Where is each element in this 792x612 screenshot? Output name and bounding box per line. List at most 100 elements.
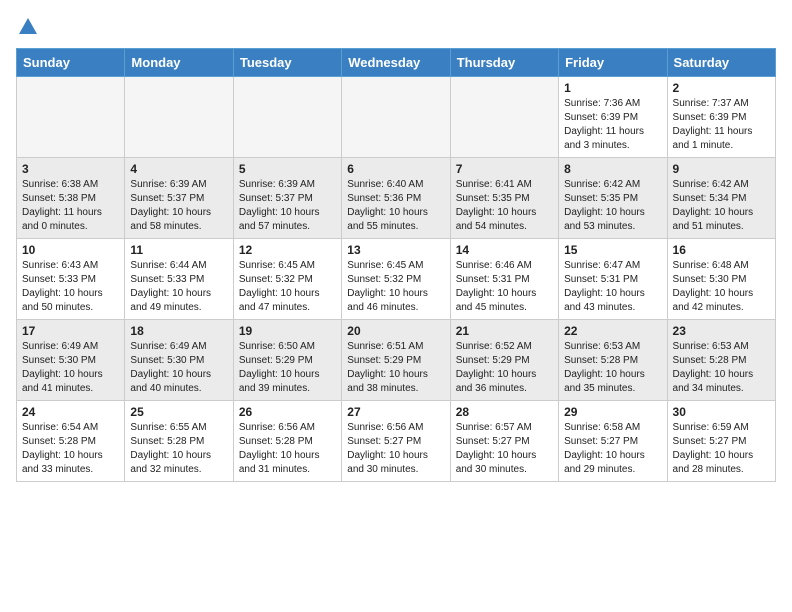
- calendar-week-row: 10Sunrise: 6:43 AMSunset: 5:33 PMDayligh…: [17, 239, 776, 320]
- daylight-text: Daylight: 10 hours: [22, 287, 119, 301]
- table-row: 25 Sunrise: 6:55 AMSunset: 5:28 PMDayligh…: [125, 401, 233, 482]
- day-detail: Sunrise: 6:53 AMSunset: 5:28 PMDaylight:…: [673, 340, 770, 396]
- table-row: 23Sunrise: 6:53 AMSunset: 5:28 PMDayligh…: [667, 320, 775, 401]
- table-row: 26Sunrise: 6:56 AMSunset: 5:28 PMDayligh…: [233, 401, 341, 482]
- sunset-text: Sunset: 5:29 PM: [347, 354, 444, 368]
- sunset-text: Sunset: 5:32 PM: [239, 273, 336, 287]
- table-row: 6Sunrise: 6:40 AMSunset: 5:36 PMDaylight…: [342, 158, 450, 239]
- day-detail: Sunrise: 6:54 AMSunset: 5:28 PMDaylight:…: [22, 421, 119, 477]
- day-number: 13: [347, 243, 444, 257]
- daylight-hours-text: and 58 minutes.: [130, 220, 227, 234]
- sunrise-text: Sunrise: 6:50 AM: [239, 340, 336, 354]
- logo: [16, 16, 40, 38]
- daylight-hours-text: and 51 minutes.: [673, 220, 770, 234]
- day-detail: Sunrise: 6:40 AMSunset: 5:36 PMDaylight:…: [347, 178, 444, 234]
- day-number: 4: [130, 162, 227, 176]
- sunrise-text: Sunrise: 6:47 AM: [564, 259, 661, 273]
- day-number: 3: [22, 162, 119, 176]
- sunset-text: Sunset: 5:37 PM: [130, 192, 227, 206]
- daylight-hours-text: and 0 minutes.: [22, 220, 119, 234]
- daylight-text: Daylight: 10 hours: [239, 206, 336, 220]
- day-detail: Sunrise: 6:55 AMSunset: 5:28 PMDaylight:…: [130, 421, 227, 477]
- sunrise-text: Sunrise: 7:36 AM: [564, 97, 661, 111]
- sunrise-text: Sunrise: 6:51 AM: [347, 340, 444, 354]
- day-number: 25: [130, 405, 227, 419]
- sunset-text: Sunset: 5:30 PM: [22, 354, 119, 368]
- sunrise-text: Sunrise: 6:56 AM: [239, 421, 336, 435]
- day-detail: Sunrise: 6:49 AMSunset: 5:30 PMDaylight:…: [22, 340, 119, 396]
- calendar-week-row: 3Sunrise: 6:38 AMSunset: 5:38 PMDaylight…: [17, 158, 776, 239]
- table-row: 12 Sunrise: 6:45 AMSunset: 5:32 PMDayligh…: [233, 239, 341, 320]
- daylight-text: Daylight: 10 hours: [456, 449, 553, 463]
- sunrise-text: Sunrise: 6:43 AM: [22, 259, 119, 273]
- sunset-text: Sunset: 5:34 PM: [673, 192, 770, 206]
- day-detail: Sunrise: 6:47 AMSunset: 5:31 PMDaylight:…: [564, 259, 661, 315]
- sunrise-text: Sunrise: 6:53 AM: [673, 340, 770, 354]
- sunrise-text: Sunrise: 6:59 AM: [673, 421, 770, 435]
- table-row: 30Sunrise: 6:59 AMSunset: 5:27 PMDayligh…: [667, 401, 775, 482]
- daylight-text: Daylight: 10 hours: [564, 368, 661, 382]
- table-row: [125, 77, 233, 158]
- weekday-wednesday: Wednesday: [342, 49, 450, 77]
- daylight-text: Daylight: 10 hours: [673, 287, 770, 301]
- table-row: 1Sunrise: 7:36 AMSunset: 6:39 PMDaylight…: [559, 77, 667, 158]
- daylight-hours-text: and 1 minute.: [673, 139, 770, 153]
- day-number: 7: [456, 162, 553, 176]
- daylight-text: Daylight: 11 hours: [22, 206, 119, 220]
- sunset-text: Sunset: 5:33 PM: [130, 273, 227, 287]
- daylight-text: Daylight: 10 hours: [456, 206, 553, 220]
- daylight-hours-text: and 32 minutes.: [130, 463, 227, 477]
- day-detail: Sunrise: 6:45 AMSunset: 5:32 PMDaylight:…: [239, 259, 336, 315]
- table-row: 27Sunrise: 6:56 AMSunset: 5:27 PMDayligh…: [342, 401, 450, 482]
- sunrise-text: Sunrise: 6:54 AM: [22, 421, 119, 435]
- sunset-text: Sunset: 5:29 PM: [239, 354, 336, 368]
- day-detail: Sunrise: 6:43 AMSunset: 5:33 PMDaylight:…: [22, 259, 119, 315]
- sunset-text: Sunset: 6:39 PM: [564, 111, 661, 125]
- weekday-thursday: Thursday: [450, 49, 558, 77]
- sunset-text: Sunset: 5:35 PM: [564, 192, 661, 206]
- sunset-text: Sunset: 5:35 PM: [456, 192, 553, 206]
- daylight-text: Daylight: 10 hours: [673, 449, 770, 463]
- sunset-text: Sunset: 5:36 PM: [347, 192, 444, 206]
- sunset-text: Sunset: 5:28 PM: [564, 354, 661, 368]
- day-detail: Sunrise: 6:59 AMSunset: 5:27 PMDaylight:…: [673, 421, 770, 477]
- daylight-hours-text: and 34 minutes.: [673, 382, 770, 396]
- sunset-text: Sunset: 5:31 PM: [564, 273, 661, 287]
- sunrise-text: Sunrise: 6:49 AM: [22, 340, 119, 354]
- day-detail: Sunrise: 6:58 AMSunset: 5:27 PMDaylight:…: [564, 421, 661, 477]
- daylight-hours-text: and 54 minutes.: [456, 220, 553, 234]
- weekday-saturday: Saturday: [667, 49, 775, 77]
- sunrise-text: Sunrise: 6:39 AM: [130, 178, 227, 192]
- day-number: 10: [22, 243, 119, 257]
- calendar-week-row: 1Sunrise: 7:36 AMSunset: 6:39 PMDaylight…: [17, 77, 776, 158]
- table-row: [233, 77, 341, 158]
- daylight-text: Daylight: 10 hours: [347, 449, 444, 463]
- day-number: 29: [564, 405, 661, 419]
- sunset-text: Sunset: 5:37 PM: [239, 192, 336, 206]
- sunrise-text: Sunrise: 6:42 AM: [564, 178, 661, 192]
- day-number: 20: [347, 324, 444, 338]
- day-detail: Sunrise: 6:50 AMSunset: 5:29 PMDaylight:…: [239, 340, 336, 396]
- table-row: 16Sunrise: 6:48 AMSunset: 5:30 PMDayligh…: [667, 239, 775, 320]
- daylight-hours-text: and 33 minutes.: [22, 463, 119, 477]
- sunrise-text: Sunrise: 6:48 AM: [673, 259, 770, 273]
- sunset-text: Sunset: 5:27 PM: [673, 435, 770, 449]
- sunset-text: Sunset: 5:27 PM: [456, 435, 553, 449]
- day-detail: Sunrise: 6:53 AMSunset: 5:28 PMDaylight:…: [564, 340, 661, 396]
- sunrise-text: Sunrise: 6:42 AM: [673, 178, 770, 192]
- day-number: 12: [239, 243, 336, 257]
- sunset-text: Sunset: 5:28 PM: [130, 435, 227, 449]
- daylight-hours-text: and 40 minutes.: [130, 382, 227, 396]
- day-detail: Sunrise: 6:48 AMSunset: 5:30 PMDaylight:…: [673, 259, 770, 315]
- daylight-text: Daylight: 10 hours: [564, 449, 661, 463]
- daylight-hours-text: and 30 minutes.: [347, 463, 444, 477]
- day-number: 28: [456, 405, 553, 419]
- table-row: 3Sunrise: 6:38 AMSunset: 5:38 PMDaylight…: [17, 158, 125, 239]
- header: [16, 16, 776, 38]
- daylight-hours-text: and 41 minutes.: [22, 382, 119, 396]
- day-number: 24: [22, 405, 119, 419]
- sunset-text: Sunset: 5:30 PM: [673, 273, 770, 287]
- calendar-week-row: 17Sunrise: 6:49 AMSunset: 5:30 PMDayligh…: [17, 320, 776, 401]
- daylight-hours-text: and 53 minutes.: [564, 220, 661, 234]
- daylight-hours-text: and 35 minutes.: [564, 382, 661, 396]
